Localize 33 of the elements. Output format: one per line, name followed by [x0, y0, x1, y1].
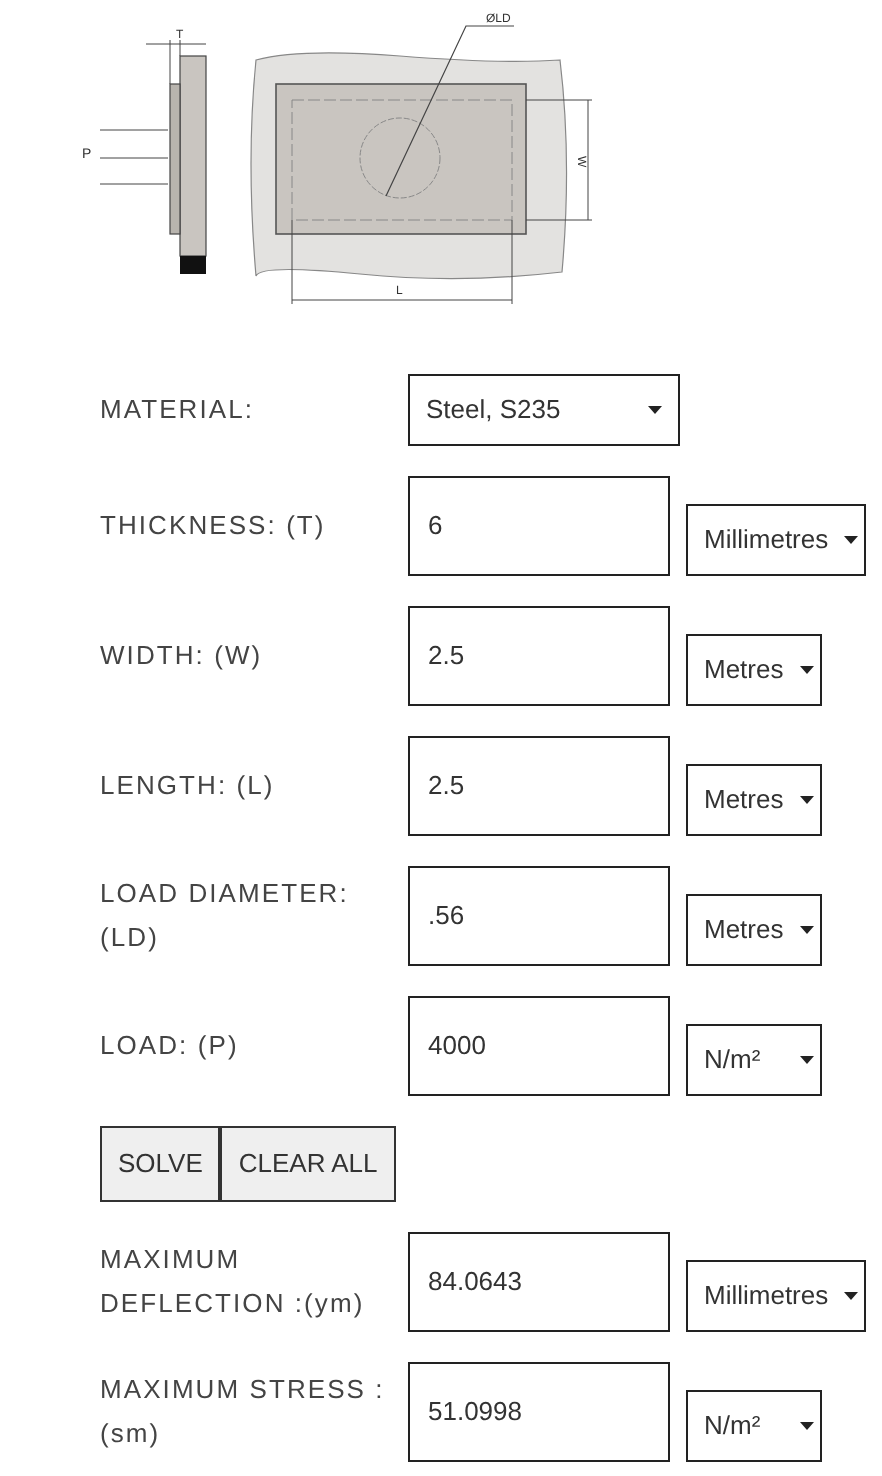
- field-label: MATERIAL:: [100, 392, 257, 428]
- field-label: WIDTH: (W): [100, 638, 265, 674]
- field-label: LOAD: (P): [100, 1028, 241, 1064]
- caret-icon: [800, 1056, 814, 1064]
- field-label: LENGTH: (L): [100, 768, 277, 804]
- field-label: MAXIMUM DEFLECTION :(ym): [100, 1242, 367, 1322]
- caret-icon: [800, 1422, 814, 1430]
- caret-icon: [800, 666, 814, 674]
- unit-select[interactable]: N/m²: [686, 1024, 822, 1096]
- caret-icon: [800, 796, 814, 804]
- caret-icon: [648, 406, 662, 414]
- material-select[interactable]: Steel, S235: [408, 374, 680, 446]
- unit-select[interactable]: N/m²: [686, 1390, 822, 1462]
- unit-select[interactable]: Millimetres: [686, 504, 867, 576]
- result-field[interactable]: 84.0643: [408, 1232, 670, 1332]
- unit-select[interactable]: Metres: [686, 764, 822, 836]
- result-field[interactable]: 51.0998: [408, 1362, 670, 1462]
- caret-icon: [844, 1292, 859, 1300]
- field-label: MAXIMUM STRESS : (sm): [100, 1372, 387, 1452]
- unit-select[interactable]: Metres: [686, 634, 822, 706]
- value-field[interactable]: .56: [408, 866, 670, 966]
- unit-select[interactable]: Millimetres: [686, 1260, 867, 1332]
- caret-icon: [844, 536, 859, 544]
- field-label: LOAD DIAMETER: (LD): [100, 876, 351, 956]
- caret-icon: [800, 926, 814, 934]
- value-field[interactable]: 2.5: [408, 736, 670, 836]
- action-button[interactable]: SOLVE: [100, 1126, 221, 1202]
- value-field[interactable]: 4000: [408, 996, 670, 1096]
- value-field[interactable]: 2.5: [408, 606, 670, 706]
- value-field[interactable]: 6: [408, 476, 670, 576]
- unit-select[interactable]: Metres: [686, 894, 822, 966]
- action-button[interactable]: CLEAR ALL: [220, 1126, 396, 1202]
- field-label: THICKNESS: (T): [100, 508, 328, 544]
